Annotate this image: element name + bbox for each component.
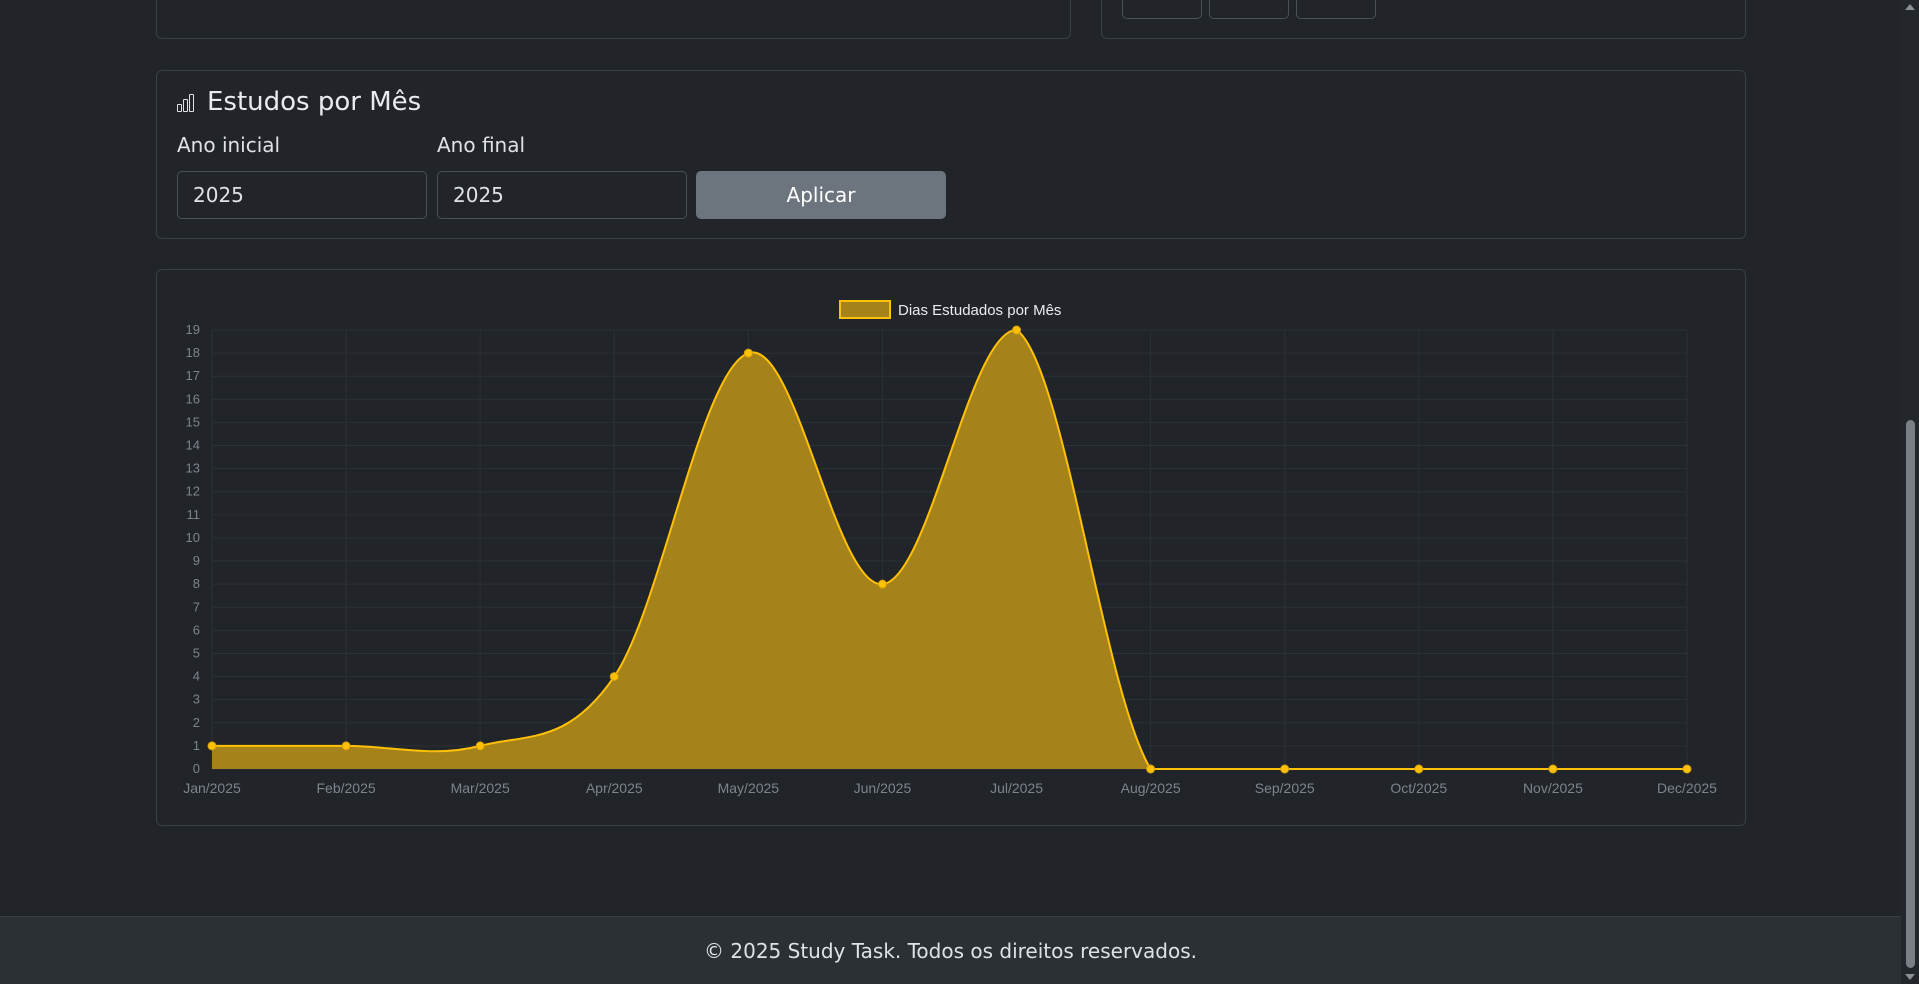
data-point [341,741,351,751]
calendar-day[interactable]: 30 [1209,0,1289,19]
start-year-input[interactable]: 2025 [177,171,427,219]
x-tick-label: Jul/2025 [990,780,1043,796]
scrollbar[interactable] [1901,0,1919,984]
bar-chart-icon [177,90,199,114]
x-tick-label: Aug/2025 [1121,780,1181,796]
series-area [212,330,1687,769]
data-point [1682,764,1692,774]
calendar-day[interactable]: 31 [1296,0,1376,19]
end-year-label: Ano final [437,133,526,157]
x-tick-label: Jan/2025 [183,780,241,796]
legend-swatch [839,300,891,319]
y-tick-label: 3 [193,692,200,707]
y-tick-label: 5 [193,645,200,660]
data-point [877,579,887,589]
y-tick-label: 18 [186,345,200,360]
scroll-down-icon[interactable] [1905,974,1915,980]
data-point [1548,764,1558,774]
calendar-card: 29 30 31 [1101,0,1746,39]
page: 29 30 31 Estudos por Mês Ano inicial 202… [0,0,1919,984]
y-tick-label: 4 [193,669,200,684]
y-tick-label: 8 [193,576,200,591]
monthly-studies-filter-card: Estudos por Mês Ano inicial 2025 Ano fin… [156,70,1746,239]
y-tick-label: 11 [187,507,201,522]
data-point [1146,764,1156,774]
y-tick-label: 0 [193,761,200,776]
data-point [207,741,217,751]
data-point [743,348,753,358]
y-tick-label: 14 [186,438,200,453]
x-tick-label: Mar/2025 [451,780,510,796]
y-tick-label: 12 [186,484,200,499]
x-tick-label: Dec/2025 [1657,780,1717,796]
y-tick-label: 6 [193,622,200,637]
data-point [609,672,619,682]
x-tick-label: Sep/2025 [1255,780,1315,796]
y-tick-label: 13 [186,461,200,476]
data-point [475,741,485,751]
data-point [1414,764,1424,774]
section-title-text: Estudos por Mês [207,87,422,117]
x-tick-label: Feb/2025 [317,780,376,796]
scroll-thumb[interactable] [1906,420,1915,968]
y-tick-label: 1 [193,738,200,753]
y-tick-label: 19 [186,322,200,337]
monthly-studies-chart-card: 0 1 2 3 4 5 6 7 8 9 10 11 12 13 14 15 16 17 18 19 Jan/2025 Fe… [156,269,1746,826]
end-year-input[interactable]: 2025 [437,171,687,219]
legend-label: Dias Estudados por Mês [898,302,1061,319]
x-tick-label: Apr/2025 [586,780,643,796]
x-tick-label: May/2025 [718,780,780,796]
footer: © 2025 Study Task. Todos os direitos res… [0,916,1901,984]
apply-button[interactable]: Aplicar [696,171,946,219]
y-tick-label: 10 [186,530,200,545]
previous-card [156,0,1071,39]
area-chart: 012345678910111213141516171819Jan/2025 Fe… [183,300,1717,796]
x-tick-label: Nov/2025 [1523,780,1583,796]
y-tick-label: 15 [186,414,200,429]
scroll-up-icon[interactable] [1905,4,1915,10]
x-tick-label: Jun/2025 [854,780,912,796]
section-title: Estudos por Mês [177,87,421,117]
x-tick-label: Oct/2025 [1390,780,1447,796]
start-year-label: Ano inicial [177,133,281,157]
y-tick-label: 2 [193,715,200,730]
y-tick-label: 9 [193,553,200,568]
y-tick-label: 7 [193,599,200,614]
calendar-day[interactable]: 29 [1122,0,1202,19]
data-point [1280,764,1290,774]
y-tick-label: 16 [186,391,200,406]
y-tick-label: 17 [186,368,200,383]
data-point [1012,325,1022,335]
footer-text: © 2025 Study Task. Todos os direitos res… [704,939,1197,963]
